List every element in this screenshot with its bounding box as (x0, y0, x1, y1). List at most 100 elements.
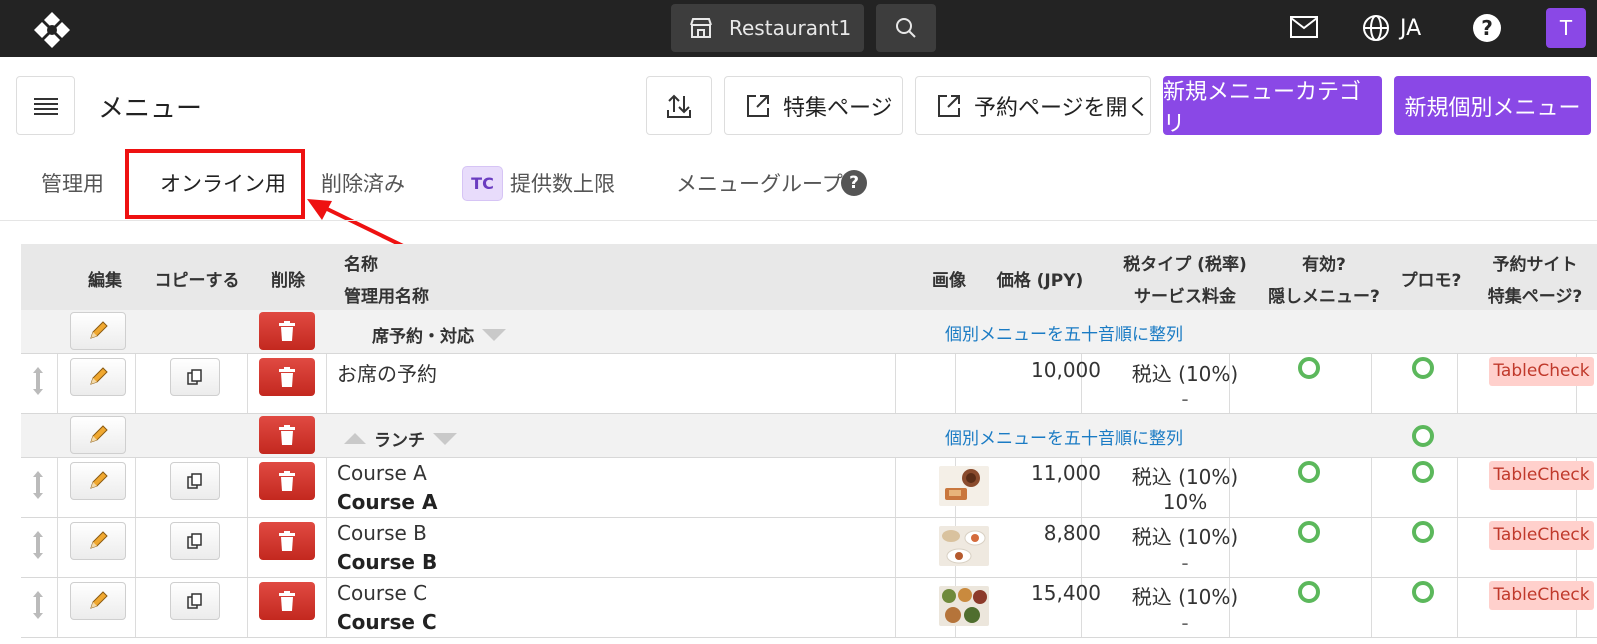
delete-button[interactable] (259, 416, 315, 454)
feature-page-button[interactable]: 特集ページ (724, 76, 903, 135)
mail-icon[interactable] (1290, 16, 1318, 38)
pencil-icon (90, 425, 108, 443)
item-tax: 税込 (10%) (1131, 465, 1239, 489)
delete-button[interactable] (259, 522, 315, 560)
item-name: Course B (337, 521, 427, 545)
app-logo-icon[interactable] (30, 8, 74, 52)
promo-indicator-icon (1412, 521, 1434, 543)
delete-button[interactable] (259, 312, 315, 350)
restaurant-selector[interactable]: Restaurant1 (671, 4, 864, 52)
open-booking-page-button[interactable]: 予約ページを開く (915, 76, 1151, 135)
trash-icon (279, 531, 295, 551)
copy-icon (187, 473, 202, 489)
edit-button[interactable] (70, 416, 126, 454)
external-link-icon (938, 94, 960, 117)
move-down-icon[interactable] (482, 328, 506, 341)
highlight-box (125, 149, 305, 219)
item-name: Course C (337, 581, 428, 605)
copy-icon (187, 369, 202, 385)
open-booking-page-label: 予約ページを開く (974, 95, 1150, 121)
item-tax: 税込 (10%) (1131, 362, 1239, 386)
header-site: 予約サイト (1492, 255, 1578, 275)
pencil-icon (90, 591, 108, 609)
copy-icon (187, 593, 202, 609)
drag-handle-icon[interactable] (31, 366, 45, 396)
delete-button[interactable] (259, 582, 315, 620)
promo-indicator-icon (1412, 357, 1434, 379)
item-price: 15,400 (1031, 581, 1101, 605)
table-header: 編集 コピーする 削除 名称 管理用名称 画像 価格 (JPY) 税タイプ (税… (21, 244, 1597, 310)
edit-button[interactable] (70, 462, 126, 500)
language-label: JA (1400, 15, 1422, 41)
header-delete: 削除 (271, 271, 305, 291)
trash-icon (279, 591, 295, 611)
table-row: Course A Course A 11,000 税込 (10%) 10% Ta… (21, 458, 1597, 518)
trash-icon (279, 471, 295, 491)
header-price: 価格 (JPY) (996, 271, 1084, 291)
item-price: 11,000 (1031, 461, 1101, 485)
sort-alphabetical-link[interactable]: 個別メニューを五十音順に整列 (945, 320, 1183, 345)
item-service: - (1181, 611, 1189, 635)
help-icon[interactable]: ? (841, 170, 867, 196)
header-admin-name: 管理用名称 (344, 287, 429, 307)
tab-serving-limit[interactable]: 提供数上限 (510, 168, 615, 198)
valid-indicator-icon (1298, 357, 1320, 379)
copy-button[interactable] (170, 582, 220, 620)
search-icon (896, 18, 916, 38)
move-down-icon[interactable] (433, 432, 457, 445)
drag-handle-icon[interactable] (31, 590, 45, 620)
pencil-icon (90, 321, 108, 339)
promo-indicator-icon (1412, 461, 1434, 483)
delete-button[interactable] (259, 358, 315, 396)
menu-toggle-button[interactable] (16, 76, 75, 135)
item-service: - (1181, 551, 1189, 575)
item-service: 10% (1162, 490, 1208, 514)
promo-indicator-icon (1412, 425, 1434, 447)
move-up-icon[interactable] (344, 433, 366, 444)
help-icon[interactable]: ? (1473, 14, 1501, 42)
external-link-icon (747, 94, 769, 117)
import-export-button[interactable] (646, 76, 712, 135)
edit-button[interactable] (70, 522, 126, 560)
new-menu-item-button[interactable]: 新規個別メニュー (1394, 76, 1591, 135)
search-button[interactable] (876, 4, 936, 52)
pencil-icon (90, 531, 108, 549)
edit-button[interactable] (70, 582, 126, 620)
drag-handle-icon[interactable] (31, 530, 45, 560)
sort-alphabetical-link[interactable]: 個別メニューを五十音順に整列 (945, 424, 1183, 449)
tab-menu-group[interactable]: メニューグループ (676, 168, 843, 198)
header-edit: 編集 (88, 271, 122, 291)
edit-button[interactable] (70, 312, 126, 350)
header-copy: コピーする (154, 271, 240, 291)
language-selector[interactable]: JA (1362, 14, 1421, 42)
category-name: ランチ (344, 426, 457, 451)
divider (0, 220, 1597, 221)
delete-button[interactable] (259, 462, 315, 500)
copy-button[interactable] (170, 462, 220, 500)
site-badge: TableCheck (1489, 521, 1594, 550)
top-bar: Restaurant1 JA ? T (0, 0, 1597, 57)
hamburger-icon (33, 97, 58, 115)
edit-button[interactable] (70, 358, 126, 396)
header-feature: 特集ページ? (1487, 287, 1583, 307)
drag-handle-icon[interactable] (31, 470, 45, 500)
tab-deleted[interactable]: 削除済み (321, 168, 405, 198)
avatar[interactable]: T (1546, 8, 1586, 48)
header-service: サービス料金 (1134, 287, 1236, 307)
item-admin-name: Course C (337, 610, 437, 634)
item-admin-name: Course A (337, 490, 438, 514)
copy-button[interactable] (170, 358, 220, 396)
restaurant-name: Restaurant1 (729, 16, 852, 40)
table-row: Course B Course B 8,800 税込 (10%) - Table… (21, 518, 1597, 578)
header-hidden: 隠しメニュー? (1268, 287, 1380, 307)
item-name: お席の予約 (337, 362, 437, 386)
category-row: ランチ 個別メニューを五十音順に整列 (21, 414, 1597, 458)
promo-indicator-icon (1412, 581, 1434, 603)
tab-admin[interactable]: 管理用 (41, 168, 104, 198)
item-tax: 税込 (10%) (1131, 525, 1239, 549)
item-name: Course A (337, 461, 427, 485)
new-menu-category-button[interactable]: 新規メニューカテゴリ (1163, 76, 1382, 137)
copy-button[interactable] (170, 522, 220, 560)
site-badge: TableCheck (1489, 581, 1594, 610)
pencil-icon (90, 471, 108, 489)
